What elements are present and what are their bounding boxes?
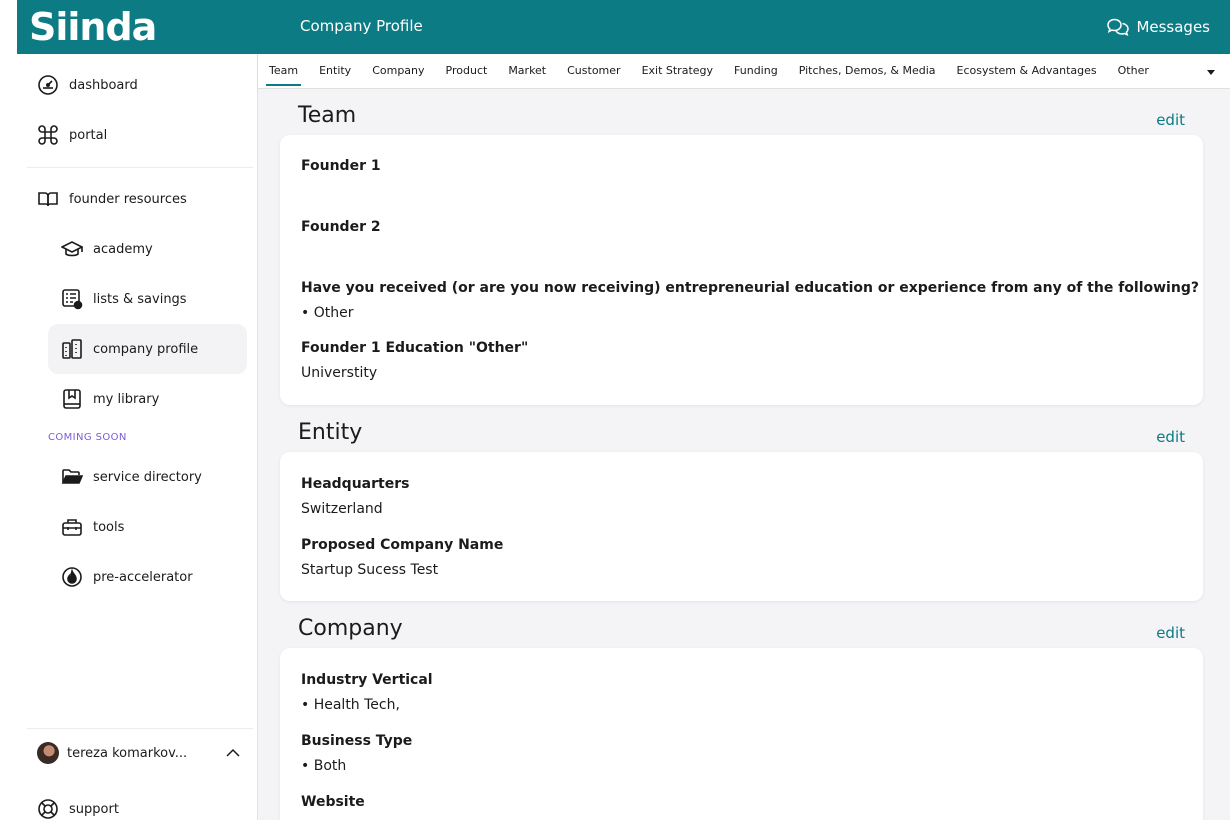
app-logo[interactable]: Siinda [29, 4, 157, 50]
business-type-value: • Both [301, 758, 347, 774]
business-type-label: Business Type [301, 733, 413, 749]
company-section-title: Company [298, 616, 403, 641]
chevron-up-icon[interactable] [224, 744, 242, 762]
bookmark-book-icon [63, 389, 81, 409]
sidebar-item-tools[interactable]: tools [61, 516, 124, 538]
tab-other[interactable]: Other [1118, 54, 1149, 89]
caret-down-icon[interactable] [1206, 67, 1216, 77]
sidebar-item-label: my library [93, 391, 160, 407]
website-label: Website [301, 794, 365, 810]
lifebuoy-icon [38, 799, 58, 819]
sidebar-item-label: tools [93, 519, 125, 535]
sidebar-item-my-library[interactable]: my library [61, 388, 159, 410]
tab-ecosystem-advantages[interactable]: Ecosystem & Advantages [957, 54, 1097, 89]
user-menu[interactable]: tereza komarkov... [37, 742, 242, 764]
industry-vertical-label: Industry Vertical [301, 672, 433, 688]
tab-product[interactable]: Product [446, 54, 488, 89]
chat-bubbles-icon [1107, 18, 1130, 37]
company-edit-link[interactable]: edit [1156, 624, 1185, 642]
industry-vertical-value: • Health Tech, [301, 697, 400, 713]
sidebar-item-label: company profile [93, 341, 199, 357]
list-settings-icon [62, 289, 83, 310]
toolbox-icon [62, 519, 82, 536]
sidebar-item-label: dashboard [69, 77, 138, 93]
sidebar-item-label: support [69, 801, 119, 817]
tab-customer[interactable]: Customer [567, 54, 620, 89]
team-card: Founder 1 Founder 2 Have you received (o… [280, 135, 1203, 405]
main-content[interactable]: Team edit Founder 1 Founder 2 Have you r… [258, 89, 1230, 820]
sidebar-item-service-directory[interactable]: service directory [61, 466, 202, 488]
coming-soon-label: COMING SOON [48, 432, 127, 443]
sidebar-divider [27, 167, 253, 168]
education-other-answer: Universtity [301, 365, 378, 381]
sidebar-item-label: founder resources [69, 191, 187, 207]
page-heading: Company Profile [300, 17, 423, 35]
entity-card: Headquarters Switzerland Proposed Compan… [280, 452, 1203, 601]
founder-2-label: Founder 2 [301, 219, 381, 235]
company-card: Industry Vertical • Health Tech, Busines… [280, 648, 1203, 820]
flame-icon [62, 567, 82, 587]
company-name-label: Proposed Company Name [301, 537, 504, 553]
user-name: tereza komarkov... [67, 745, 188, 761]
sidebar-item-company-profile[interactable]: company profile [48, 324, 247, 374]
tab-team[interactable]: Team [265, 54, 302, 89]
gauge-icon [38, 75, 58, 95]
sidebar-item-label: academy [93, 241, 153, 257]
education-other-question: Founder 1 Education "Other" [301, 340, 529, 356]
sidebar-item-label: service directory [93, 469, 202, 485]
team-section-title: Team [298, 103, 357, 128]
sidebar-item-support[interactable]: support [37, 798, 119, 820]
sidebar-item-label: pre-accelerator [93, 569, 193, 585]
building-icon [62, 339, 82, 359]
command-key-icon [38, 125, 58, 145]
team-edit-link[interactable]: edit [1156, 111, 1185, 129]
sidebar-divider [27, 728, 253, 729]
sidebar-item-lists-savings[interactable]: lists & savings [61, 288, 187, 310]
graduation-cap-icon [61, 241, 83, 257]
headquarters-label: Headquarters [301, 476, 410, 492]
tab-company[interactable]: Company [372, 54, 424, 89]
sidebar-item-label: portal [69, 127, 108, 143]
messages-label: Messages [1136, 18, 1210, 36]
tab-entity[interactable]: Entity [319, 54, 351, 89]
sidebar-item-academy[interactable]: academy [61, 238, 153, 260]
book-open-icon [38, 192, 58, 207]
avatar [37, 742, 59, 764]
tab-exit-strategy[interactable]: Exit Strategy [642, 54, 713, 89]
sidebar-item-dashboard[interactable]: dashboard [37, 74, 138, 96]
education-question: Have you received (or are you now receiv… [301, 280, 1199, 296]
section-tabs: Team Entity Company Product Market Custo… [258, 54, 1230, 89]
messages-button[interactable]: Messages [1106, 17, 1210, 37]
tab-market[interactable]: Market [508, 54, 546, 89]
entity-edit-link[interactable]: edit [1156, 428, 1185, 446]
top-bar: Siinda Company Profile Messages [17, 0, 1230, 54]
sidebar-item-pre-accelerator[interactable]: pre-accelerator [61, 566, 193, 588]
entity-section-title: Entity [298, 420, 363, 445]
company-name-value: Startup Sucess Test [301, 562, 439, 578]
sidebar-item-founder-resources[interactable]: founder resources [37, 188, 187, 210]
sidebar-item-label: lists & savings [93, 291, 187, 307]
sidebar-item-portal[interactable]: portal [37, 124, 107, 146]
tab-funding[interactable]: Funding [734, 54, 778, 89]
folder-open-icon [61, 469, 83, 484]
founder-1-label: Founder 1 [301, 158, 381, 174]
sidebar: dashboard portal founder resources acade… [17, 54, 258, 820]
tab-pitches-demos-media[interactable]: Pitches, Demos, & Media [799, 54, 936, 89]
headquarters-value: Switzerland [301, 501, 383, 517]
education-answer: • Other [301, 305, 354, 321]
